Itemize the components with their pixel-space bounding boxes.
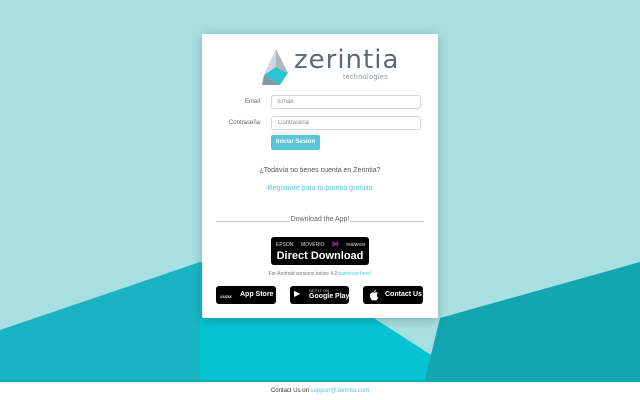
password-label: Contraseña: [228, 120, 260, 126]
android-note: For Android versions below 4.2download h…: [202, 271, 438, 277]
contact-us-button[interactable]: Contact Us: [363, 286, 423, 304]
divider-right: [350, 221, 424, 222]
android-note-text: For Android versions below 4.2: [268, 271, 338, 277]
realwear-logo-icon: ⋈: [331, 241, 339, 248]
play-icon: ▶: [294, 289, 301, 298]
device-brands: EPSON MOVERIO ⋈ realwear: [276, 240, 372, 248]
google-play-button[interactable]: ▶ GET IT ON Google Play: [290, 286, 349, 304]
moverio-brand: MOVERIO: [300, 242, 325, 248]
realwear-brand: realwear: [346, 242, 366, 248]
android-download-link[interactable]: download here!: [337, 271, 371, 277]
footer: Contact Us on support@zerintia.com: [0, 382, 640, 400]
signup-question: ¿Todavía no tienes cuenta en Zerintia?: [259, 167, 381, 174]
login-card: zerintia technologies Email Contraseña I…: [202, 34, 438, 318]
direct-download-button[interactable]: EPSON MOVERIO ⋈ realwear Direct Download: [271, 237, 369, 265]
email-field[interactable]: [271, 95, 421, 109]
vuzix-brand: VUZIX: [220, 294, 232, 299]
support-email-link[interactable]: support@zerintia.com: [311, 388, 369, 394]
logo-mark-icon: [262, 49, 288, 85]
google-play-label: Google Play: [309, 293, 350, 300]
password-field[interactable]: [271, 116, 421, 130]
epson-brand: EPSON: [276, 242, 294, 248]
apple-icon: [370, 289, 379, 301]
email-label: Email: [244, 99, 260, 105]
app-store-button[interactable]: VUZIX App Store: [216, 286, 276, 304]
logo-subtitle: technologies: [343, 74, 389, 81]
direct-download-label: Direct Download: [276, 250, 364, 262]
contact-us-label: Contact Us: [385, 291, 422, 298]
app-store-label: App Store: [240, 291, 274, 298]
signup-link[interactable]: Regístrate para tu prueba gratuita: [202, 185, 438, 192]
logo-wordmark: zerintia: [294, 45, 400, 75]
login-button[interactable]: Iniciar Sesión: [271, 135, 320, 150]
zerintia-logo: zerintia technologies: [258, 45, 398, 89]
footer-text: Contact Us on: [270, 388, 309, 394]
